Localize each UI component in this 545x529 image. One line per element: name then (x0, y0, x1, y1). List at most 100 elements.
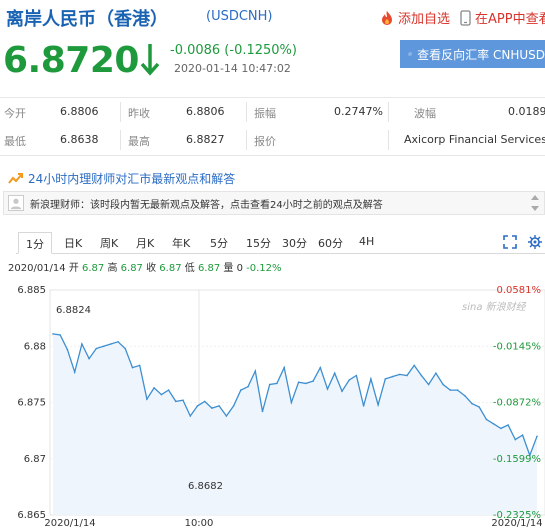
price-point (500, 427, 502, 430)
tab-yearly[interactable]: 年K (172, 235, 190, 251)
scroll-arrows-icon[interactable] (530, 193, 540, 213)
tab-60min[interactable]: 60分 (318, 235, 343, 251)
price-point (297, 381, 300, 383)
price-point (153, 387, 155, 389)
avatar-icon (8, 195, 24, 211)
ohlc-summary: 2020/01/14 开 6.87 高 6.87 收 6.87 低 6.87 量… (8, 263, 282, 274)
intraday-chart[interactable]: sina 新浪财经 6.8824 6.8682 6.885 6.88 6.875 6.… (0, 276, 545, 529)
fullscreen-icon[interactable] (503, 235, 517, 249)
watermark: sina 新浪财经 (462, 301, 527, 313)
stat-value: 6.8806 (60, 105, 99, 118)
price-point (348, 379, 351, 381)
stats-row: 今开 6.8806 昨收 6.8806 振幅 0.2747% 波幅 0.0189 (0, 98, 545, 126)
arrow-down-icon (140, 44, 160, 76)
settings-icon[interactable] (528, 235, 542, 249)
stat-value: 6.8638 (60, 133, 99, 146)
price-point (290, 401, 293, 404)
price-point (305, 382, 307, 385)
price-point (254, 370, 257, 372)
price-point (514, 438, 517, 441)
price-point (73, 371, 76, 373)
price-point (66, 348, 69, 351)
price-point (211, 407, 213, 409)
price-point (521, 434, 524, 436)
price-point (117, 341, 119, 343)
price-point (146, 398, 148, 400)
tab-monthly[interactable]: 月K (136, 235, 154, 251)
price-point (138, 364, 141, 367)
price-point (232, 405, 235, 407)
price-point (276, 382, 278, 385)
price-point (124, 347, 126, 350)
price-point (175, 400, 177, 403)
phone-icon (460, 9, 471, 26)
price-point (471, 402, 473, 405)
x-tick-label: 2020/1/14 (491, 518, 542, 529)
stat-label: 今开 (4, 107, 26, 120)
price-point (406, 374, 408, 377)
y-tick-label: 6.87 (24, 454, 46, 465)
price-point (160, 393, 163, 396)
price-point (362, 405, 365, 407)
price-point (52, 333, 54, 335)
summary-open: 6.87 (82, 263, 105, 274)
trend-icon (8, 172, 23, 184)
summary-volume: 0 (236, 263, 243, 274)
price-point (319, 366, 322, 369)
divider (0, 155, 545, 156)
reverse-rate-label: 查看反向汇率 CNHUSD (417, 47, 545, 62)
x-tick-label: 10:00 (185, 518, 214, 529)
price-point (355, 374, 358, 377)
tab-1min[interactable]: 1分 (18, 232, 52, 254)
add-watchlist-button[interactable]: 添加自选 (380, 8, 450, 27)
tab-4h[interactable]: 4H (359, 235, 374, 248)
price-point (427, 383, 430, 386)
price-point (398, 373, 401, 376)
price-point (196, 405, 199, 407)
stat-label: 波幅 (414, 107, 436, 120)
reverse-rate-button[interactable]: 查看反向汇率 CNHUSD (400, 40, 545, 68)
tab-5min[interactable]: 5分 (210, 235, 228, 251)
price-point (88, 357, 90, 360)
price-point (110, 343, 112, 345)
price-point (59, 334, 61, 336)
price-point (377, 404, 379, 406)
price-point (333, 372, 336, 374)
y-tick-label: 6.865 (17, 510, 46, 521)
stat-value: 0.2747% (334, 105, 383, 118)
price-point (312, 380, 314, 382)
stat-label: 最高 (128, 135, 150, 148)
summary-close: 6.87 (159, 263, 182, 274)
price-point (247, 385, 249, 388)
y-tick-label: 6.885 (17, 285, 46, 296)
y-tick-label: 6.875 (17, 398, 46, 409)
y-tick-label: 6.88 (24, 341, 46, 352)
price-point (167, 389, 170, 391)
tab-15min[interactable]: 15分 (246, 235, 271, 251)
stat-value: 0.0189 (508, 105, 545, 118)
price-point (492, 423, 495, 425)
price-point (341, 390, 343, 392)
price-point (420, 374, 423, 377)
tab-weekly[interactable]: 周K (100, 235, 118, 251)
pct-tick-label: -0.0145% (493, 341, 541, 352)
stat-value: 6.8827 (186, 133, 225, 146)
price-change: -0.0086 (-0.1250%) (170, 43, 297, 58)
max-price-label: 6.8824 (56, 305, 91, 316)
tab-30min[interactable]: 30分 (282, 235, 307, 251)
price-point (326, 388, 329, 390)
price-point (268, 383, 271, 386)
expert-notice-text: 新浪理财师：该时段内暂无最新观点及解答，点击查看24小时之前的观点及解答 (30, 199, 383, 211)
expert-opinion-link[interactable]: 24小时内理财师对汇市最新观点和解答 (8, 170, 235, 187)
page-title: 离岸人民币（香港） (6, 9, 168, 30)
price-point (218, 405, 220, 407)
price-point (485, 418, 488, 421)
price-point (81, 343, 83, 345)
tab-daily[interactable]: 日K (64, 235, 82, 251)
price-point (261, 410, 264, 413)
expert-notice[interactable]: 新浪理财师：该时段内暂无最新观点及解答，点击查看24小时之前的观点及解答 (3, 191, 545, 215)
price-point (189, 415, 192, 417)
quote-timestamp: 2020-01-14 10:47:02 (174, 62, 291, 75)
pct-tick-label: 0.0581% (497, 285, 542, 296)
view-in-app-button[interactable]: 在APP中查看 (460, 8, 545, 27)
